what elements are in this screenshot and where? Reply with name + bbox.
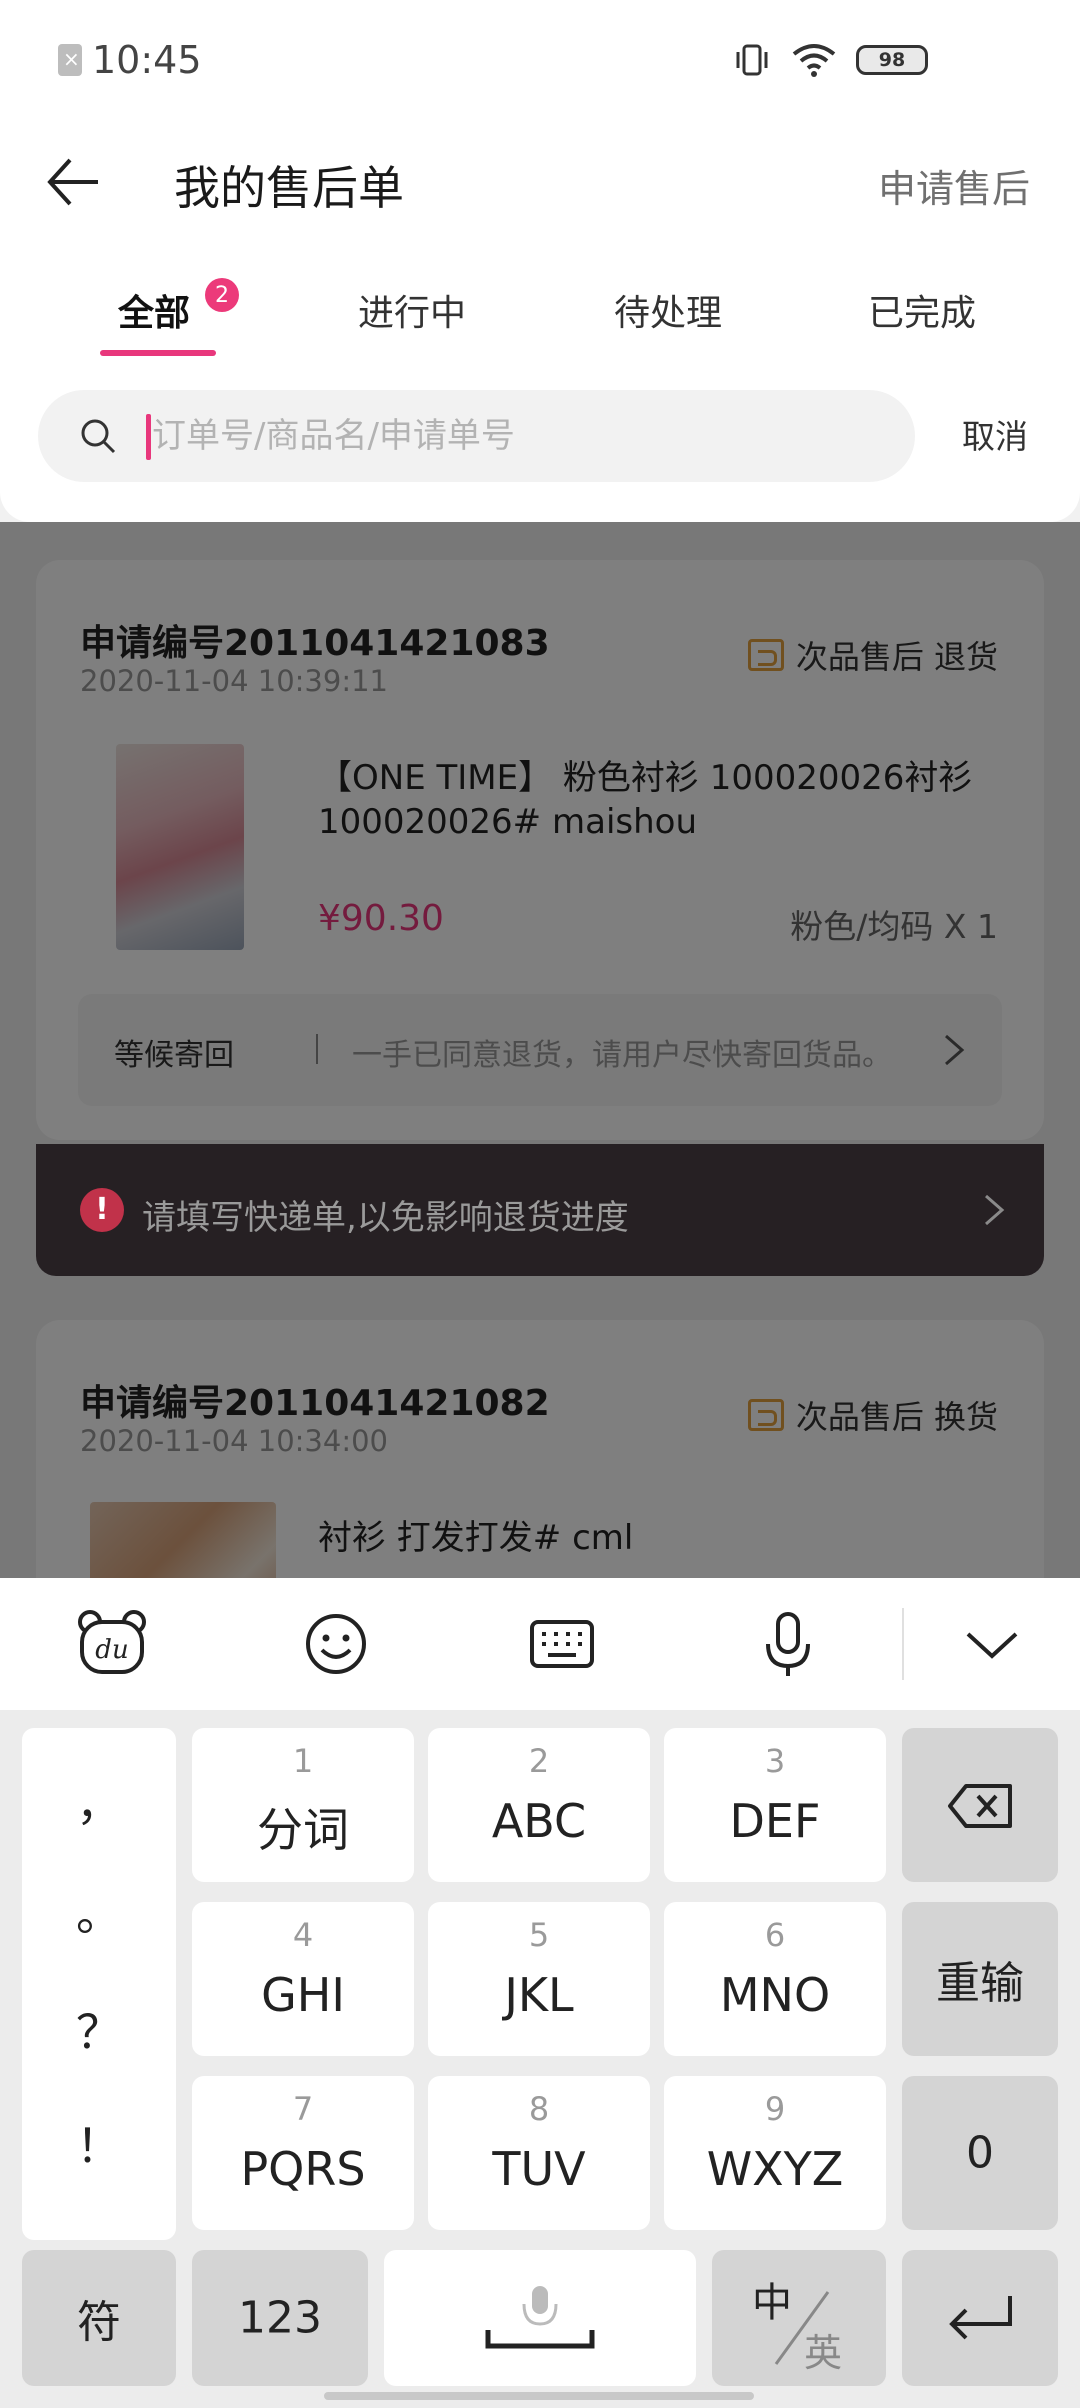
space-key[interactable] [384, 2250, 696, 2386]
microphone-icon[interactable] [750, 1606, 826, 1682]
search-input[interactable] [152, 402, 852, 470]
key-number: 4 [292, 1916, 314, 1954]
key-2-abc[interactable]: 2 ABC [428, 1728, 650, 1882]
key-8-tuv[interactable]: 8 TUV [428, 2076, 650, 2230]
zero-key[interactable]: 0 [902, 2076, 1058, 2230]
home-indicator[interactable] [324, 2392, 754, 2400]
du-logo-icon[interactable]: du [74, 1606, 150, 1682]
search-box[interactable] [38, 390, 915, 482]
key-number: 7 [292, 2090, 314, 2128]
alert-icon: ! [80, 1188, 124, 1232]
tab-in-progress[interactable]: 进行中 [358, 284, 466, 336]
tab-active-underline [100, 350, 216, 356]
cancel-button[interactable]: 取消 [962, 410, 1028, 458]
keyboard-toolbar: du [0, 1578, 1080, 1710]
key-1-fenci[interactable]: 1 分词 [192, 1728, 414, 1882]
key-label: 分词 [257, 1803, 349, 1857]
enter-icon [949, 2296, 1012, 2340]
status-bar: 10:45 98 [0, 0, 1080, 124]
punct-period-key[interactable]: 。 [22, 1878, 176, 1944]
text-caret [146, 414, 151, 460]
tab-bar: 全部 2 进行中 待处理 已完成 [0, 268, 1080, 360]
wifi-icon [792, 44, 836, 77]
key-number: 5 [528, 1916, 550, 1954]
status-left: 10:45 [58, 38, 202, 82]
tab-all-badge: 2 [205, 278, 239, 312]
space-mic-icon [485, 2286, 595, 2349]
nav-bar: 我的售后单 申请售后 [0, 134, 1080, 230]
key-label: PQRS [240, 2142, 366, 2196]
key-5-jkl[interactable]: 5 JKL [428, 1902, 650, 2056]
key-label: 符 [77, 2297, 121, 2348]
vibrate-icon [736, 44, 768, 76]
search-row: 取消 [0, 388, 1080, 484]
key-number: 9 [764, 2090, 786, 2128]
notice-text: 请填写快递单,以免影响退货进度 [142, 1198, 629, 1238]
key-number: 6 [764, 1916, 786, 1954]
tab-all[interactable]: 全部 [118, 284, 190, 336]
tab-pending[interactable]: 待处理 [614, 284, 722, 336]
language-switch-key[interactable]: 中 英 [712, 2250, 886, 2386]
collapse-chevron-icon[interactable] [954, 1606, 1030, 1682]
punct-question-key[interactable]: ？ [22, 1996, 176, 2062]
status-right: 98 [732, 40, 928, 80]
key-6-mno[interactable]: 6 MNO [664, 1902, 886, 2056]
clock: 10:45 [92, 38, 202, 82]
key-number: 3 [764, 1742, 786, 1780]
battery-indicator: 98 [856, 45, 928, 75]
keyboard-icon[interactable] [524, 1606, 600, 1682]
apply-aftersale-button[interactable]: 申请售后 [878, 158, 1030, 213]
no-sim-icon [58, 44, 82, 76]
key-label: 重输 [936, 1958, 1024, 2009]
key-label: WXYZ [706, 2142, 844, 2196]
svg-text:du: du [95, 1635, 128, 1665]
key-label: 123 [238, 2292, 322, 2344]
symbol-key[interactable]: 符 [22, 2250, 176, 2386]
punct-comma-key[interactable]: ， [22, 1768, 176, 1834]
key-label: GHI [261, 1968, 345, 2022]
key-label: MNO [719, 1968, 831, 2022]
key-label: JKL [504, 1968, 574, 2022]
key-number: 8 [528, 2090, 550, 2128]
t9-keyboard: ， 。 ？ ！ 1 分词 2 ABC 3 DEF 4 GHI 5 JKL 6 M… [0, 1710, 1080, 2408]
chevron-right-icon [985, 1194, 1005, 1226]
key-7-pqrs[interactable]: 7 PQRS [192, 2076, 414, 2230]
page-title: 我的售后单 [174, 161, 404, 215]
number-switch-key[interactable]: 123 [192, 2250, 368, 2386]
emoji-icon[interactable] [298, 1606, 374, 1682]
punctuation-column[interactable]: ， 。 ？ ！ [22, 1728, 176, 2240]
lang-en-label: 英 [804, 2331, 843, 2375]
backspace-icon [948, 1784, 1012, 1828]
tab-completed[interactable]: 已完成 [868, 284, 976, 336]
key-3-def[interactable]: 3 DEF [664, 1728, 886, 1882]
key-number: 1 [292, 1742, 314, 1780]
key-label: DEF [729, 1794, 821, 1848]
key-number: 2 [528, 1742, 550, 1780]
reenter-key[interactable]: 重输 [902, 1902, 1058, 2056]
header-panel: 10:45 98 我的售后单 申请售后 全部 2 [0, 0, 1080, 522]
backspace-key[interactable] [902, 1728, 1058, 1882]
express-notice-bar[interactable]: ! 请填写快递单,以免影响退货进度 [36, 1144, 1044, 1276]
back-arrow-icon[interactable] [44, 154, 104, 210]
key-label: TUV [492, 2142, 586, 2196]
key-label: 0 [966, 2127, 994, 2179]
punct-exclaim-key[interactable]: ！ [22, 2110, 176, 2176]
enter-key[interactable] [902, 2250, 1058, 2386]
key-9-wxyz[interactable]: 9 WXYZ [664, 2076, 886, 2230]
search-icon [81, 419, 116, 454]
toolbar-divider [902, 1608, 904, 1680]
dim-overlay[interactable] [0, 522, 1080, 1582]
key-4-ghi[interactable]: 4 GHI [192, 1902, 414, 2056]
key-label: ABC [491, 1794, 587, 1848]
